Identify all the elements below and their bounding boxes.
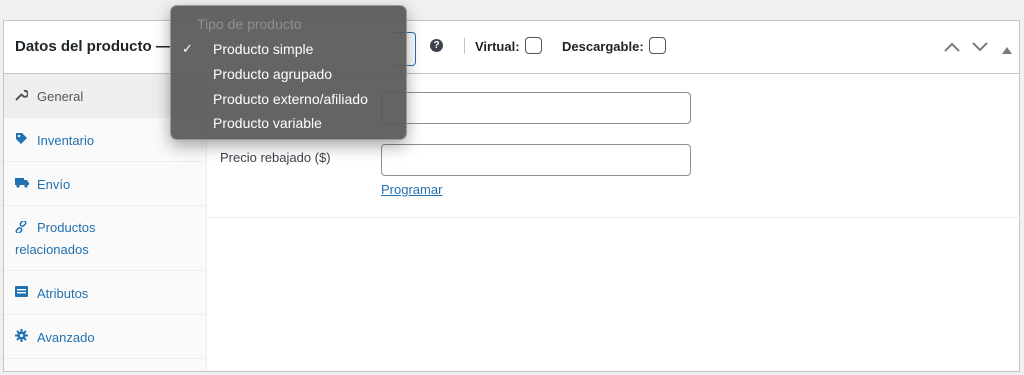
- virtual-checkbox[interactable]: [525, 37, 542, 54]
- chevron-down-icon[interactable]: [972, 39, 988, 55]
- tab-attributes[interactable]: Atributos: [4, 271, 207, 315]
- tab-inventory-label: Inventario: [37, 133, 95, 148]
- panel-header: Datos del producto — ? Virtual: Descarga…: [4, 21, 1019, 74]
- downloadable-checkbox[interactable]: [649, 37, 666, 54]
- section-divider: [208, 217, 1020, 218]
- tab-shipping-label: Envío: [37, 177, 71, 192]
- triangle-up-icon[interactable]: [1002, 41, 1012, 57]
- list-icon: [15, 286, 28, 300]
- product-type-dropdown: Tipo de producto ✓ Producto simple Produ…: [170, 5, 407, 140]
- divider: [464, 38, 465, 54]
- question-icon[interactable]: ?: [430, 39, 443, 52]
- schedule-link[interactable]: Programar: [381, 182, 442, 197]
- dropdown-option-grouped[interactable]: Producto agrupado: [213, 66, 332, 82]
- regular-price-input[interactable]: [381, 92, 691, 124]
- tab-advanced-label: Avanzado: [37, 330, 95, 345]
- truck-icon: [15, 177, 30, 191]
- tab-linked-products[interactable]: Productos relacionados: [4, 206, 207, 271]
- panel-title: Datos del producto —: [15, 38, 171, 55]
- tab-attributes-label: Atributos: [37, 286, 89, 301]
- gear-icon: [15, 329, 28, 345]
- wrench-icon: [15, 88, 29, 104]
- tag-icon: [15, 132, 28, 148]
- dropdown-option-variable[interactable]: Producto variable: [213, 115, 322, 131]
- tab-general-label: General: [37, 89, 84, 104]
- virtual-label: Virtual:: [475, 39, 520, 54]
- tab-advanced[interactable]: Avanzado: [4, 315, 207, 359]
- tab-linked-products-label: Productos relacionados: [15, 220, 96, 257]
- dropdown-option-simple[interactable]: Producto simple: [213, 41, 313, 57]
- tab-shipping[interactable]: Envío: [4, 162, 207, 206]
- checkmark-icon: ✓: [182, 41, 193, 56]
- dropdown-header: Tipo de producto: [197, 16, 302, 32]
- dropdown-option-external[interactable]: Producto externo/afiliado: [213, 91, 368, 107]
- product-data-panel: Datos del producto — ? Virtual: Descarga…: [3, 20, 1020, 372]
- chevron-up-icon[interactable]: [944, 39, 960, 55]
- sale-price-input[interactable]: [381, 144, 691, 176]
- sale-price-label: Precio rebajado ($): [220, 150, 331, 165]
- downloadable-label: Descargable:: [562, 39, 644, 54]
